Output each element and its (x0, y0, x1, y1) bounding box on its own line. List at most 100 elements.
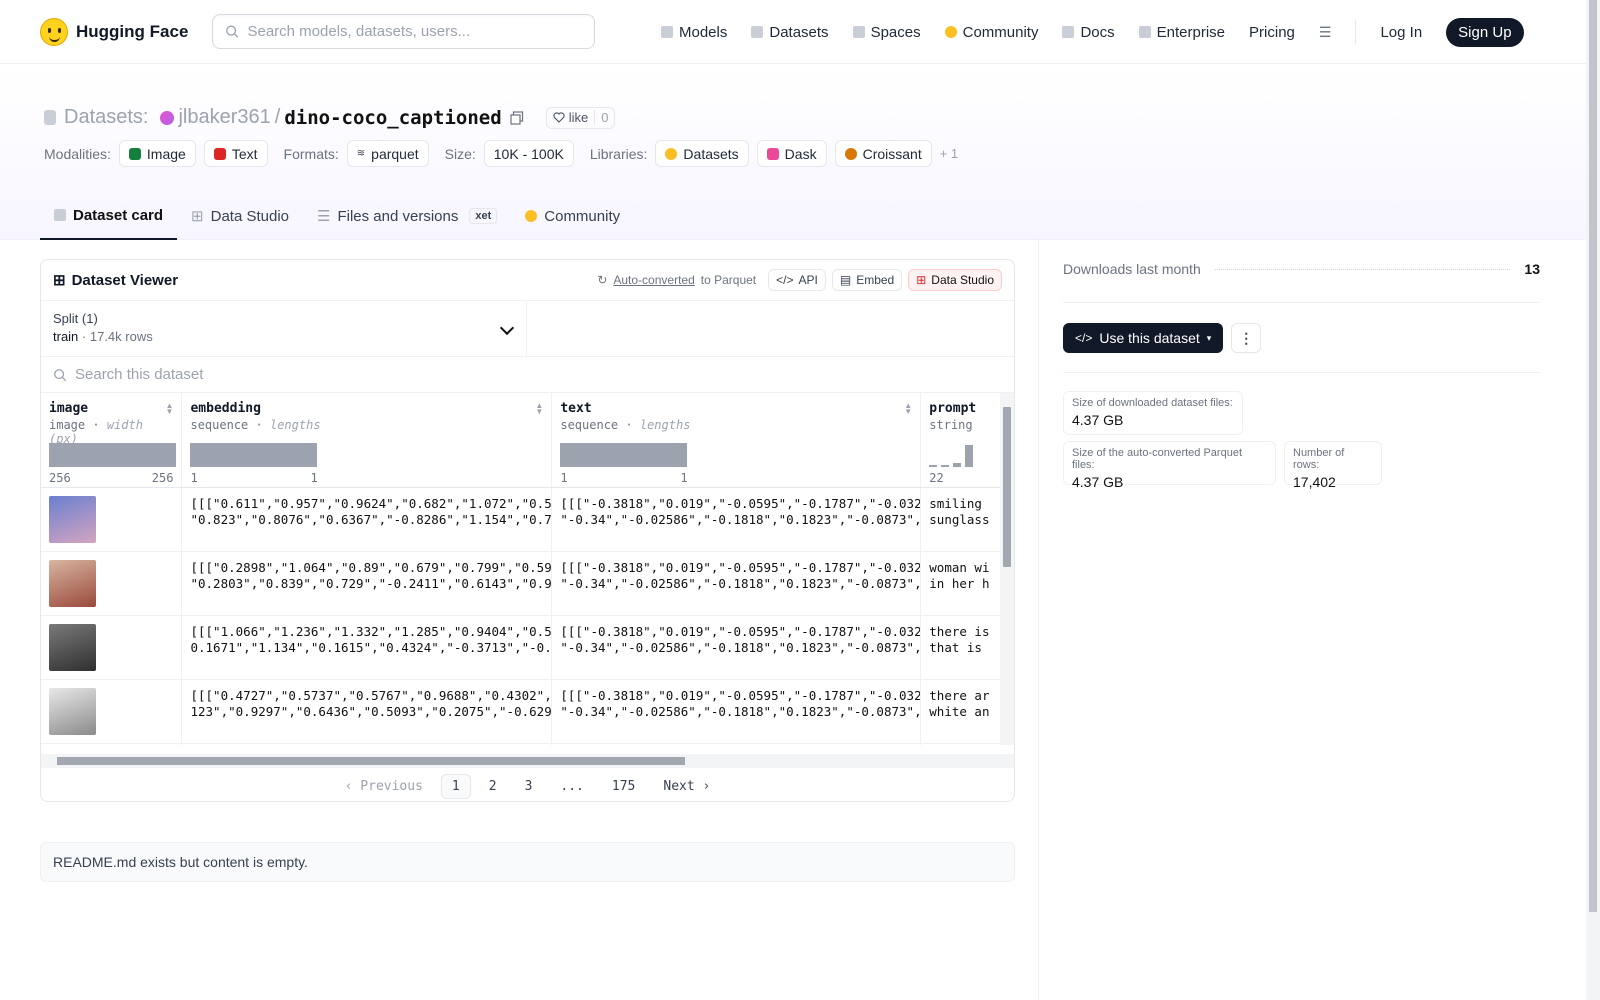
image-thumbnail[interactable] (49, 560, 96, 607)
table-row[interactable]: [[["1.066","1.236","1.332","1.285","0.94… (41, 616, 1000, 680)
page-3-button[interactable]: 3 (515, 775, 543, 798)
image-thumbnail[interactable] (49, 624, 96, 671)
tab-files-and-versions[interactable]: ☰ Files and versions xet (303, 192, 511, 240)
text-cell[interactable] (552, 744, 922, 745)
global-search-input[interactable] (247, 23, 583, 40)
vertical-scrollbar[interactable] (1000, 393, 1014, 745)
column-type-label: sequence (190, 418, 249, 432)
table-row[interactable]: [[["0.2898","1.064","0.89","0.679","0.79… (41, 552, 1000, 616)
table-row[interactable]: [[["0.611","0.957","0.9624","0.682","1.0… (41, 488, 1000, 552)
nav-spaces[interactable]: Spaces (852, 24, 921, 41)
sort-icon[interactable]: ▲ ▼ (904, 402, 912, 416)
tab-dataset-card-label: Dataset card (73, 206, 164, 224)
image-cell[interactable] (41, 552, 183, 615)
nav-pricing[interactable]: Pricing (1249, 24, 1295, 41)
image-cell[interactable] (41, 616, 183, 679)
nav-models[interactable]: Models (661, 24, 727, 41)
text-cell[interactable]: [[["-0.3818","0.019","-0.0595","-0.1787"… (552, 488, 922, 551)
auto-converted-link[interactable]: Auto-converted (613, 273, 694, 287)
modality-text-tag[interactable]: Text (203, 140, 268, 167)
library-datasets-tag[interactable]: Datasets (655, 140, 749, 167)
split-value: train · 17.4k rows (53, 329, 153, 344)
sort-icon[interactable]: ▲ ▼ (165, 402, 173, 416)
text-cell[interactable]: [[["-0.3818","0.019","-0.0595","-0.1787"… (552, 552, 922, 615)
like-count: 0 (594, 110, 614, 125)
embedding-cell[interactable]: [[["0.4727","0.5737","0.5767","0.9688","… (182, 680, 553, 743)
table-row[interactable]: [[["0.4727","0.5737","0.5767","0.9688","… (41, 680, 1000, 744)
page-scrollbar[interactable] (1586, 0, 1600, 1000)
signup-button[interactable]: Sign Up (1446, 17, 1524, 47)
more-menu-icon[interactable]: ☰ (1319, 24, 1332, 41)
format-parquet-tag[interactable]: ≋ parquet (346, 140, 429, 167)
tab-community[interactable]: Community (511, 192, 634, 240)
page-1-button[interactable]: 1 (440, 773, 471, 799)
modality-image-tag[interactable]: Image (118, 140, 196, 167)
embedding-cell[interactable] (182, 744, 553, 745)
text-line-2: "-0.34","-0.02586","-0.1818","0.1823","-… (560, 640, 922, 655)
text-cell[interactable]: [[["-0.3818","0.019","-0.0595","-0.1787"… (552, 616, 922, 679)
table-row[interactable] (41, 744, 1000, 745)
use-this-dataset-button[interactable]: </> Use this dataset ▾ (1063, 323, 1224, 353)
nav-datasets[interactable]: Datasets (751, 24, 829, 41)
section-label[interactable]: Datasets: (64, 106, 148, 129)
prompt-line-1: there is (929, 624, 990, 639)
prompt-cell[interactable]: woman wi in her h (921, 552, 1000, 615)
copy-icon[interactable] (510, 110, 524, 125)
next-page-button[interactable]: Next › (653, 775, 720, 798)
page-175-button[interactable]: 175 (602, 775, 645, 798)
prompt-cell[interactable]: smiling sunglass (921, 488, 1000, 551)
tab-dataset-card[interactable]: Dataset card (40, 192, 178, 240)
embedding-cell[interactable]: [[["0.2898","1.064","0.89","0.679","0.79… (182, 552, 553, 615)
image-cell[interactable] (41, 680, 183, 743)
vertical-scroll-thumb[interactable] (1003, 407, 1011, 567)
repo-name: dino-coco_captioned (284, 106, 502, 129)
viewer-title-text: Dataset Viewer (71, 271, 179, 289)
image-cell[interactable] (41, 488, 183, 551)
more-options-button[interactable]: ⋮ (1231, 323, 1262, 353)
nav-community[interactable]: Community (944, 24, 1038, 41)
library-dask-tag[interactable]: Dask (756, 140, 827, 167)
table-body: [[["0.611","0.957","0.9624","0.682","1.0… (41, 488, 1000, 745)
image-cell[interactable] (41, 744, 183, 745)
more-libraries-link[interactable]: + 1 (940, 146, 958, 161)
split-selector[interactable]: Split (1) train · 17.4k rows (41, 301, 527, 356)
global-search-box[interactable] (212, 14, 596, 49)
embed-button[interactable]: ▤ Embed (831, 269, 903, 291)
image-thumbnail[interactable] (49, 688, 96, 735)
prompt-cell[interactable] (921, 744, 1000, 745)
column-header-prompt[interactable]: prompt string 22 (921, 393, 1000, 487)
prev-page-button[interactable]: ‹ Previous (335, 775, 433, 798)
nav-docs[interactable]: Docs (1062, 24, 1115, 41)
library-dask-label: Dask (784, 145, 817, 162)
login-link[interactable]: Log In (1380, 24, 1422, 41)
text-line-2: "-0.34","-0.02586","-0.1818","0.1823","-… (560, 704, 922, 719)
page-2-button[interactable]: 2 (479, 775, 507, 798)
owner-link[interactable]: jlbaker361 (178, 106, 270, 129)
column-header-text[interactable]: text sequence · lengths ▲ ▼ 1 1 (552, 393, 922, 487)
api-button[interactable]: </> API (768, 269, 826, 291)
prompt-line-1: there ar (929, 688, 990, 703)
size-tag[interactable]: 10K - 100K (483, 140, 574, 167)
text-cell[interactable]: [[["-0.3818","0.019","-0.0595","-0.1787"… (552, 680, 922, 743)
embedding-cell[interactable]: [[["1.066","1.236","1.332","1.285","0.94… (182, 616, 553, 679)
library-croissant-tag[interactable]: Croissant (834, 140, 932, 167)
image-thumbnail[interactable] (49, 496, 96, 543)
like-button[interactable]: like 0 (545, 106, 616, 129)
horizontal-scrollbar[interactable] (41, 754, 1014, 768)
data-studio-button[interactable]: ⊞ Data Studio (908, 269, 1002, 291)
brand-logo[interactable]: Hugging Face (40, 17, 188, 46)
horizontal-scroll-thumb[interactable] (57, 757, 685, 765)
prompt-cell[interactable]: there is that is (921, 616, 1000, 679)
column-header-image[interactable]: image image · width (px) ▲ ▼ 256 256 (41, 393, 183, 487)
repo-title-row: Datasets: jlbaker361 / dino-coco_caption… (44, 106, 616, 129)
sort-icon[interactable]: ▲ ▼ (535, 402, 543, 416)
page-scroll-thumb[interactable] (1589, 0, 1597, 912)
prompt-cell[interactable]: there ar white an (921, 680, 1000, 743)
histogram-bar (190, 443, 318, 467)
modality-image-label: Image (146, 145, 186, 162)
dataset-search[interactable]: Search this dataset (41, 357, 1014, 393)
nav-enterprise[interactable]: Enterprise (1138, 24, 1225, 41)
column-header-embedding[interactable]: embedding sequence · lengths ▲ ▼ 1 1 (182, 393, 553, 487)
embedding-cell[interactable]: [[["0.611","0.957","0.9624","0.682","1.0… (182, 488, 553, 551)
tab-data-studio[interactable]: ⊞ Data Studio (177, 192, 303, 240)
